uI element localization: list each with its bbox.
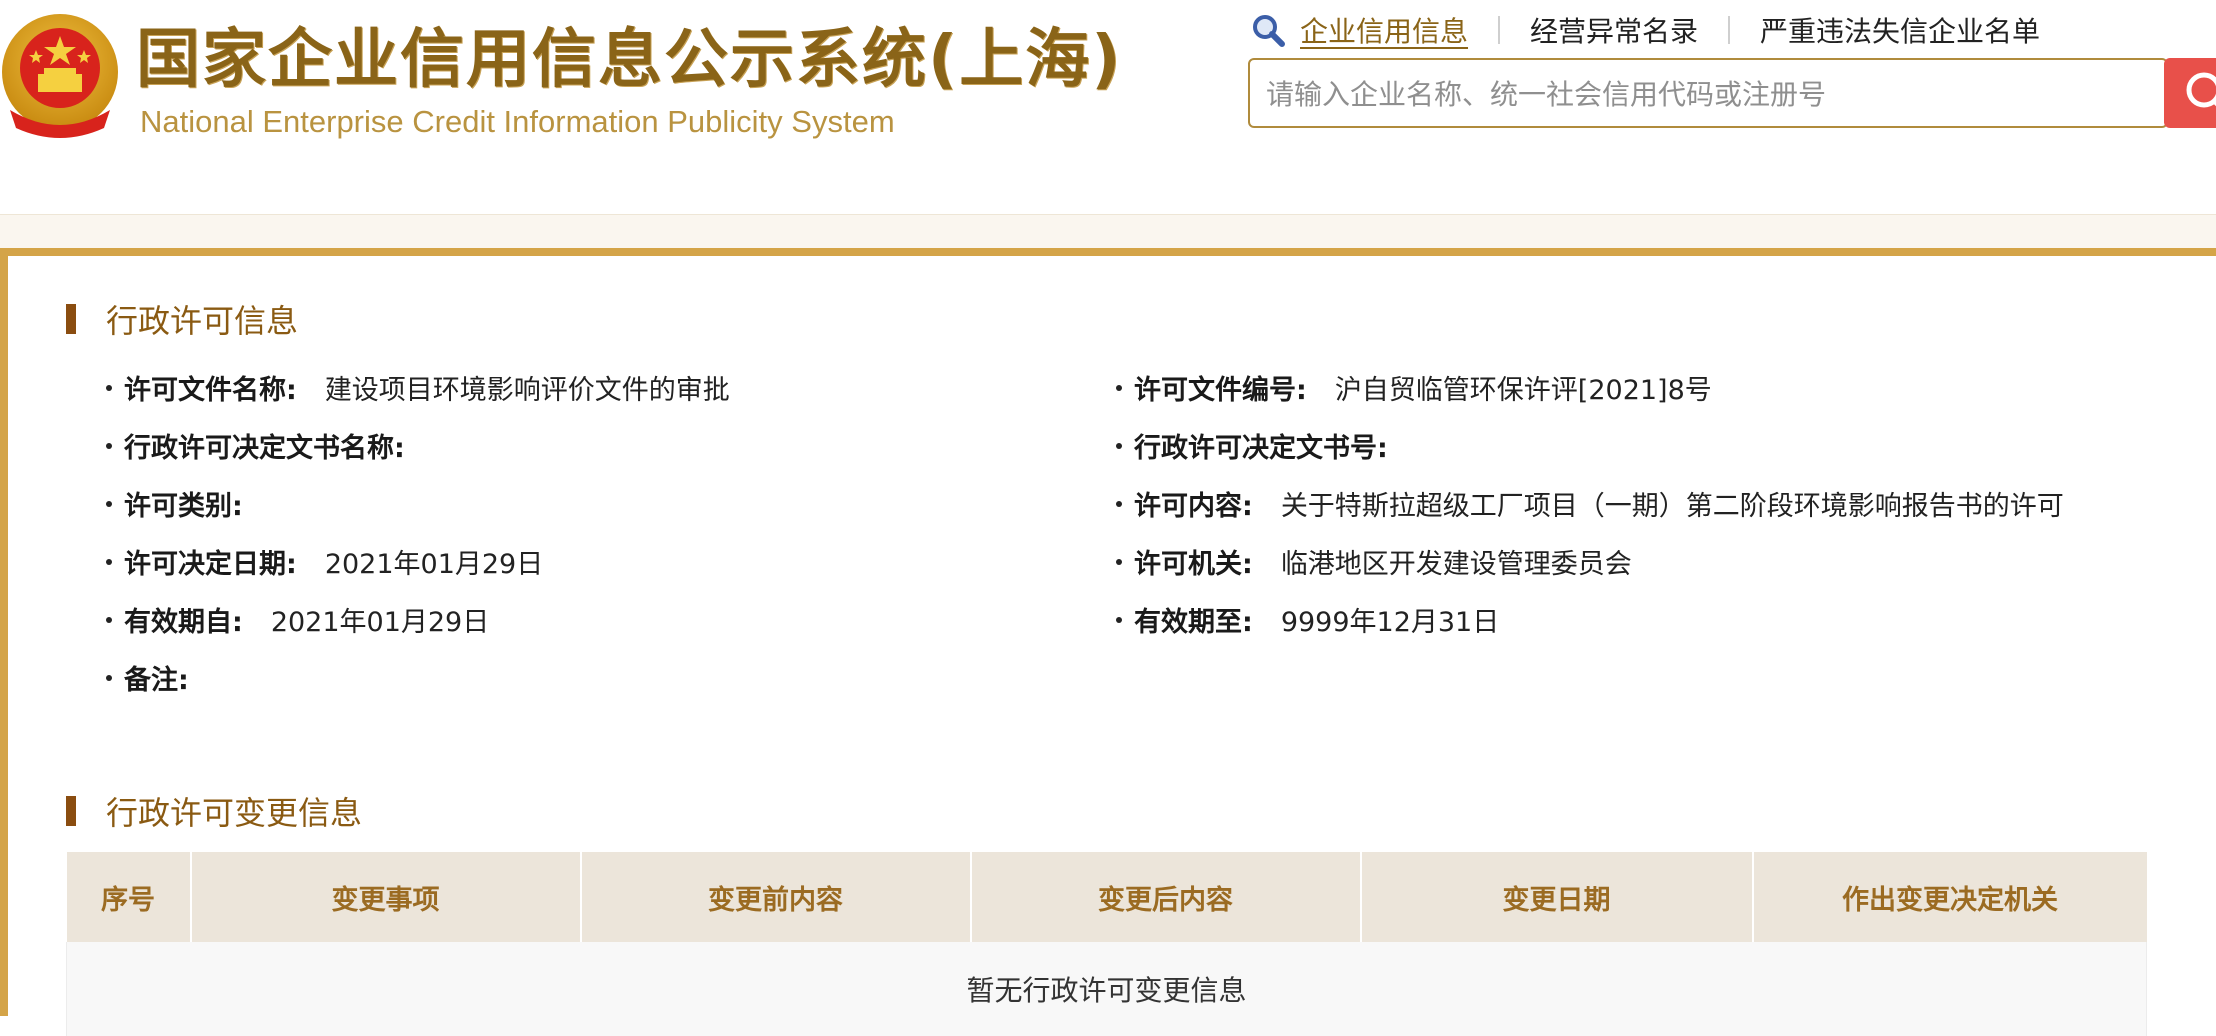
field-label: 许可文件编号: xyxy=(1134,375,1307,406)
field-license-doc-name: 许可文件名称: 建设项目环境影响评价文件的审批 xyxy=(106,368,730,407)
column-header-index: 序号 xyxy=(66,852,192,942)
field-label: 备注: xyxy=(124,665,189,696)
column-header-after: 变更后内容 xyxy=(970,852,1362,942)
bullet xyxy=(1116,500,1122,507)
change-table: 序号 变更事项 变更前内容 变更后内容 变更日期 作出变更决定机关 暂无行政许可… xyxy=(66,852,2147,1036)
search-box xyxy=(1248,58,2168,128)
section-marker xyxy=(66,796,76,826)
field-decision-doc-name: 行政许可决定文书名称: xyxy=(106,426,433,465)
field-label: 许可决定日期: xyxy=(124,549,297,580)
field-label: 许可内容: xyxy=(1134,491,1253,522)
field-license-doc-number: 许可文件编号: 沪自贸临管环保许评[2021]8号 xyxy=(1116,368,1712,407)
bullet xyxy=(1116,442,1122,449)
site-title: 国家企业信用信息公示系统(上海) xyxy=(136,23,1123,97)
field-value: 2021年01月29日 xyxy=(324,549,544,580)
field-remarks: 备注: xyxy=(106,658,217,697)
field-label: 许可类别: xyxy=(124,491,243,522)
field-label: 有效期自: xyxy=(124,607,243,638)
nav-link-abnormal-list[interactable]: 经营异常名录 xyxy=(1530,10,1698,50)
bullet xyxy=(106,500,112,507)
top-nav: 企业信用信息 经营异常名录 严重违法失信企业名单 xyxy=(1250,8,2040,52)
field-label: 许可机关: xyxy=(1134,549,1253,580)
field-value: 9999年12月31日 xyxy=(1280,607,1500,638)
search-button[interactable] xyxy=(2164,58,2216,128)
field-value: 临港地区开发建设管理委员会 xyxy=(1280,549,1632,580)
nav-link-enterprise-credit[interactable]: 企业信用信息 xyxy=(1300,10,1468,50)
section-marker xyxy=(66,304,76,334)
search-icon xyxy=(1253,15,1285,47)
section-title-text: 行政许可变更信息 xyxy=(106,794,363,832)
column-header-change-date: 变更日期 xyxy=(1360,852,1754,942)
nav-divider xyxy=(1498,16,1501,44)
field-decision-doc-number: 行政许可决定文书号: xyxy=(1116,426,1416,465)
nav-divider xyxy=(1728,16,1731,44)
table-row: 暂无行政许可变更信息 xyxy=(66,942,2147,1036)
section-title-change: 行政许可变更信息 xyxy=(66,788,362,834)
bullet xyxy=(1116,384,1122,391)
field-value: 2021年01月29日 xyxy=(270,607,490,638)
field-license-authority: 许可机关: 临港地区开发建设管理委员会 xyxy=(1116,542,1632,581)
column-header-change-item: 变更事项 xyxy=(190,852,582,942)
bullet xyxy=(106,558,112,565)
header-band xyxy=(0,214,2216,249)
section-title-text: 行政许可信息 xyxy=(106,302,299,340)
field-decision-date: 许可决定日期: 2021年01月29日 xyxy=(106,542,543,581)
magnifier-icon xyxy=(2186,72,2216,108)
field-valid-to: 有效期至: 9999年12月31日 xyxy=(1116,600,1499,639)
field-value: 沪自贸临管环保许评[2021]8号 xyxy=(1334,375,1712,406)
column-header-before: 变更前内容 xyxy=(580,852,972,942)
field-label: 行政许可决定文书号: xyxy=(1134,433,1388,464)
column-header-change-authority: 作出变更决定机关 xyxy=(1752,852,2147,942)
table-header-row: 序号 变更事项 变更前内容 变更后内容 变更日期 作出变更决定机关 xyxy=(66,852,2147,942)
search-input[interactable] xyxy=(1264,70,2068,118)
field-label: 有效期至: xyxy=(1134,607,1253,638)
site-header: 国家企业信用信息公示系统(上海) National Enterprise Cre… xyxy=(0,0,2216,214)
field-label: 许可文件名称: xyxy=(124,375,297,406)
field-license-content: 许可内容: 关于特斯拉超级工厂项目（一期）第二阶段环境影响报告书的许可 xyxy=(1116,484,2064,523)
bullet xyxy=(106,442,112,449)
field-value: 建设项目环境影响评价文件的审批 xyxy=(324,375,730,406)
field-label: 行政许可决定文书名称: xyxy=(124,433,405,464)
bullet xyxy=(1116,558,1122,565)
left-border xyxy=(0,248,8,1016)
site-subtitle: National Enterprise Credit Information P… xyxy=(140,104,895,139)
field-value: 关于特斯拉超级工厂项目（一期）第二阶段环境影响报告书的许可 xyxy=(1280,491,2064,522)
bullet xyxy=(106,384,112,391)
bullet xyxy=(1116,616,1122,623)
national-emblem-icon xyxy=(2,14,118,138)
field-license-category: 许可类别: xyxy=(106,484,271,523)
bullet xyxy=(106,674,112,681)
bullet xyxy=(106,616,112,623)
gold-divider xyxy=(0,248,2216,256)
nav-link-serious-violation-list[interactable]: 严重违法失信企业名单 xyxy=(1760,10,2040,50)
empty-state-message: 暂无行政许可变更信息 xyxy=(66,942,2147,1036)
field-valid-from: 有效期自: 2021年01月29日 xyxy=(106,600,489,639)
section-title-license: 行政许可信息 xyxy=(66,296,298,342)
